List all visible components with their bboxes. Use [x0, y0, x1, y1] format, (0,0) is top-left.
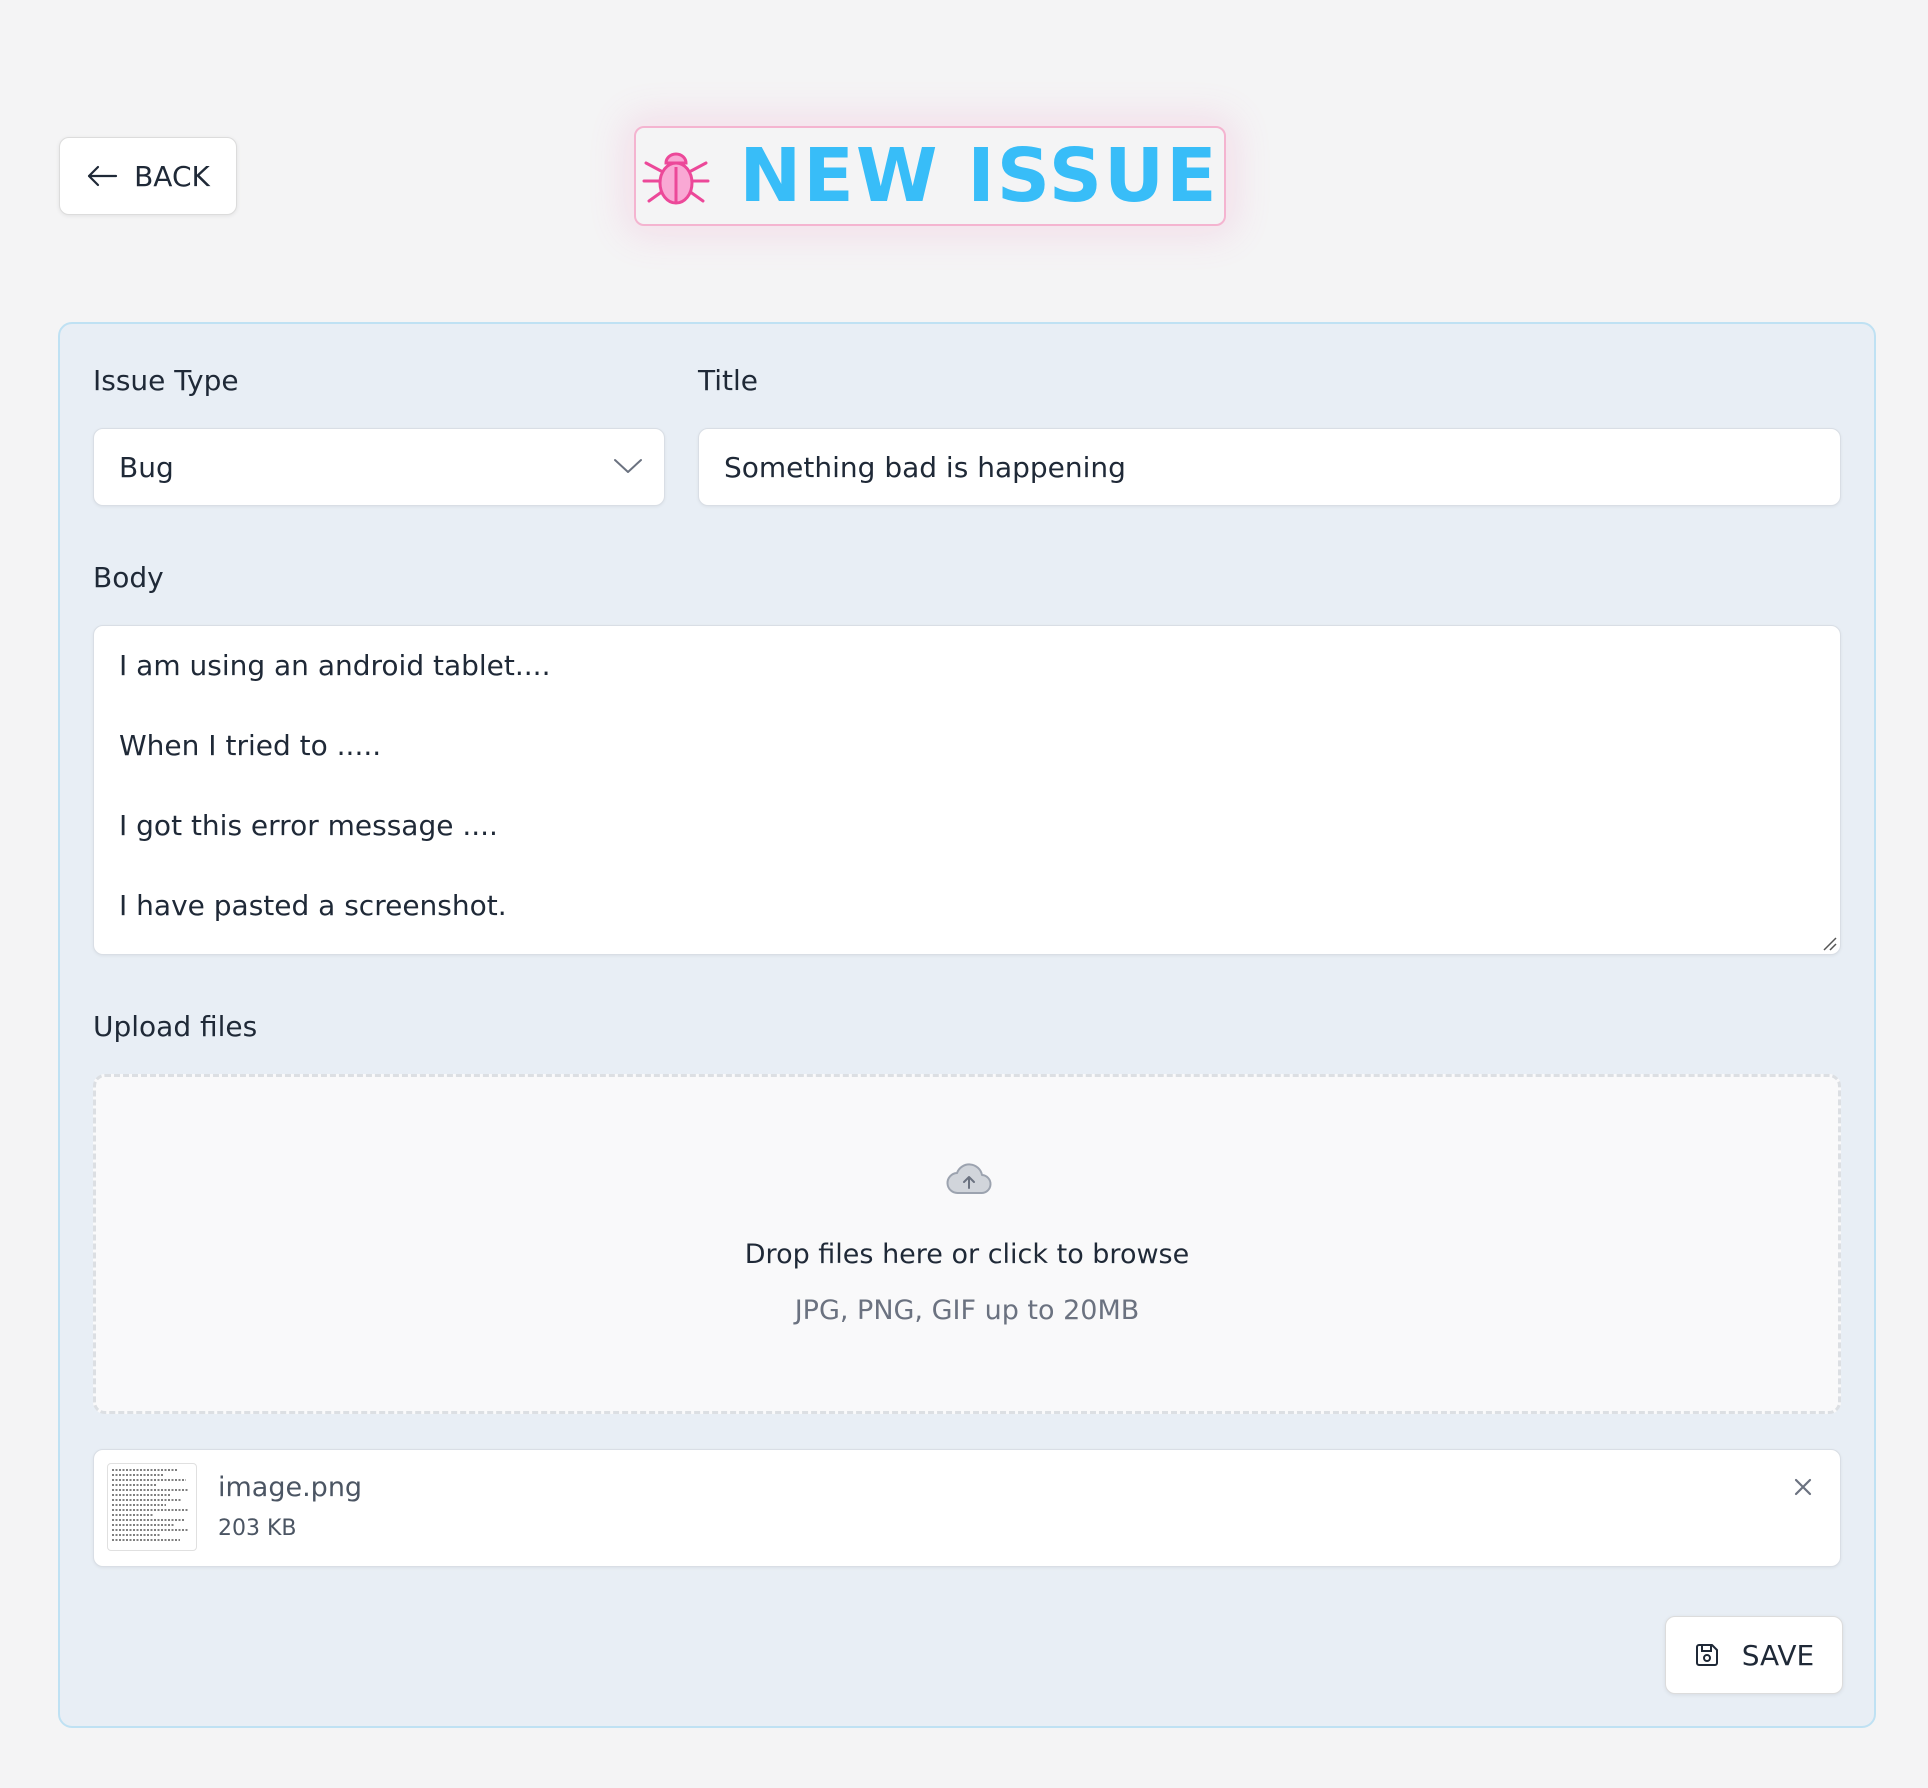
body-line: I got this error message ....: [119, 809, 498, 842]
bug-icon: [642, 152, 710, 205]
file-dropzone[interactable]: Drop files here or click to browse JPG, …: [93, 1074, 1841, 1414]
issue-form-panel: Issue Type Bug Title Something bad is ha…: [58, 322, 1876, 1728]
save-button[interactable]: SAVE: [1665, 1616, 1843, 1694]
page-title: NEW ISSUE: [739, 133, 1219, 219]
body-line: I am using an android tablet....: [119, 649, 551, 682]
dropzone-hint: JPG, PNG, GIF up to 20MB: [794, 1295, 1140, 1326]
back-button[interactable]: BACK: [59, 137, 237, 215]
save-icon: [1695, 1644, 1718, 1666]
body-textarea[interactable]: I am using an android tablet.... When I …: [93, 625, 1841, 955]
upload-files-label: Upload files: [93, 1010, 258, 1043]
cloud-upload-icon: [946, 1163, 992, 1195]
page-title-badge: NEW ISSUE: [634, 126, 1226, 226]
chevron-down-icon: [614, 459, 642, 473]
file-name: image.png: [218, 1472, 363, 1503]
close-icon[interactable]: [1790, 1474, 1816, 1500]
save-button-label: SAVE: [1741, 1638, 1815, 1672]
back-button-label: BACK: [134, 159, 210, 193]
resize-handle-icon[interactable]: [1821, 935, 1837, 951]
uploaded-file-item: image.png 203 KB: [93, 1449, 1841, 1567]
file-size: 203 KB: [218, 1516, 297, 1541]
issue-type-label: Issue Type: [93, 364, 239, 397]
issue-type-select[interactable]: Bug: [93, 428, 665, 506]
dropzone-text: Drop files here or click to browse: [744, 1239, 1190, 1270]
image-preview-icon: [112, 1469, 188, 1541]
issue-type-value: Bug: [119, 450, 174, 484]
title-input[interactable]: Something bad is happening: [698, 428, 1841, 506]
title-label: Title: [698, 364, 759, 397]
arrow-left-icon: [87, 165, 118, 187]
body-line: I have pasted a screenshot.: [119, 889, 507, 922]
body-line: When I tried to .....: [119, 729, 382, 762]
title-input-value: Something bad is happening: [724, 450, 1126, 484]
file-thumbnail: [107, 1463, 197, 1551]
body-label: Body: [93, 561, 164, 594]
